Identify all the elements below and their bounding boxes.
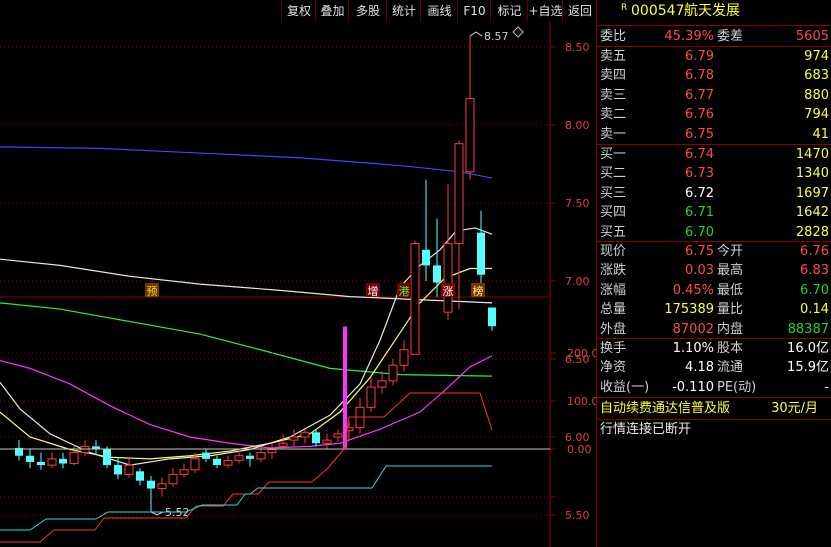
ma-line-magenta	[0, 355, 493, 449]
ad-price[interactable]: 30元/月	[771, 399, 818, 418]
candle-body-down	[103, 449, 111, 466]
candle-body-up	[366, 386, 376, 408]
candle-body-down	[136, 471, 144, 481]
candle-body-up	[333, 433, 343, 438]
candle-body-down	[37, 461, 45, 466]
stock-badge: R	[621, 3, 628, 13]
chart-toolbar: 复权 叠加 多股 统计 画线 F10 标记 +自选 返回	[0, 0, 596, 22]
ask-row-5: 卖五 6.79 974	[600, 49, 829, 64]
event-marker-0[interactable]: 预	[147, 285, 158, 298]
candle-body-up	[179, 469, 189, 475]
kline-chart[interactable]: 8.508.007.507.006.506.005.508.575.52预增港涨…	[0, 0, 596, 547]
candle-body-down	[422, 249, 430, 266]
bid-row-5: 买五 6.70 2828	[600, 224, 829, 240]
connection-status: 行情连接已断开	[600, 422, 692, 437]
candle-body-up	[388, 364, 398, 382]
stat-row-4: 外盘 87002 内盘 88387	[600, 321, 829, 337]
price-tick-label: 5.50	[565, 509, 590, 522]
diamond-icon[interactable]	[512, 26, 524, 38]
candle-body-up	[300, 431, 310, 438]
indicator-cyan-line	[0, 465, 492, 531]
bid-row-1: 买一 6.74 1470	[600, 147, 829, 162]
price-tick-label: 7.50	[565, 197, 590, 210]
candle-body-down	[433, 265, 441, 283]
candle-body-up	[47, 458, 57, 466]
price-tick-label: 7.00	[565, 275, 590, 288]
ask-row-1: 卖一 6.75 41	[600, 126, 829, 142]
candle-body-down	[147, 480, 155, 489]
candle-body-down	[488, 307, 496, 327]
bid-row-4: 买四 6.71 1642	[600, 205, 829, 221]
candle-body-down	[477, 232, 485, 275]
event-marker-3[interactable]: 涨	[443, 285, 454, 298]
event-marker-4[interactable]: 榜	[473, 284, 484, 298]
toolbar-button-4[interactable]: 画线	[420, 0, 458, 22]
bid-row-2: 买二 6.73 1340	[600, 166, 829, 182]
ad-text[interactable]: 自动续费通达信普及版	[600, 399, 730, 418]
candle-body-up	[234, 455, 244, 461]
indicator-tick-label: 0.00	[567, 443, 592, 456]
candle-body-up	[410, 243, 420, 355]
candle-body-up	[157, 483, 167, 489]
candle-body-up	[465, 97, 475, 173]
candle-body-down	[114, 465, 122, 475]
candle-body-down	[59, 458, 67, 464]
bid-row-3: 买三 6.72 1697	[600, 185, 829, 201]
candle-body-down	[26, 455, 34, 462]
candle-body-up	[289, 436, 299, 441]
candle-body-up	[223, 459, 233, 466]
ma-line-blue	[0, 146, 493, 179]
stock-name: 航天发展	[684, 3, 740, 19]
event-marker-1[interactable]: 增	[368, 284, 379, 298]
candle-body-up	[399, 349, 409, 366]
stat-row-2: 涨幅 0.45% 最低 6.70	[600, 282, 829, 298]
indicator-red-line	[0, 392, 493, 543]
quote-panel: R 000547 航天发展 委比 45.39% 委差 5605 卖五 6.79 97…	[596, 0, 831, 547]
stat-row-3: 总量 175389 量比 0.14	[600, 302, 829, 318]
toolbar-button-7[interactable]: +自选	[527, 0, 563, 22]
candle-body-down	[312, 432, 320, 444]
high-marker	[469, 31, 483, 37]
toolbar-button-3[interactable]: 统计	[386, 0, 421, 22]
toolbar-button-6[interactable]: 标记	[490, 0, 528, 22]
candle-body-down	[213, 458, 221, 466]
high-label: 8.57	[484, 30, 509, 43]
candle-body-up	[124, 464, 134, 475]
candle-body-up	[267, 448, 277, 454]
stock-code: 000547	[631, 3, 685, 19]
toolbar-button-1[interactable]: 叠加	[315, 0, 349, 22]
toolbar-button-8[interactable]: 返回	[562, 0, 597, 22]
candle-body-up	[443, 243, 453, 313]
fin-row-1: 净资 4.18 流通 15.9亿	[600, 360, 829, 376]
indicator-tick-label: 100.0	[567, 395, 596, 408]
candle-body-up	[190, 458, 200, 471]
event-marker-2[interactable]: 港	[399, 285, 410, 298]
stat-row-1: 涨跌 0.03 最高 6.83	[600, 263, 829, 279]
stat-row-0: 现价 6.75 今开 6.76	[600, 244, 829, 259]
fin-row-0: 换手 1.10% 股本 16.0亿	[600, 341, 829, 356]
price-tick-label: 8.00	[565, 119, 590, 132]
candle-body-down	[246, 455, 254, 459]
candle-body-up	[377, 380, 387, 388]
ask-row-2: 卖二 6.76 794	[600, 107, 829, 123]
toolbar-button-0[interactable]: 复权	[281, 0, 316, 22]
ask-row-3: 卖三 6.77 880	[600, 87, 829, 103]
price-tick-label: 8.50	[565, 41, 590, 54]
candle-body-up	[454, 143, 464, 245]
indicator-tick-label: 200.0	[567, 347, 596, 360]
ask-row-4: 卖四 6.78 683	[600, 68, 829, 84]
candle-body-up	[69, 452, 79, 465]
fin-row-2: 收益(一) -0.110 PE(动) -	[600, 379, 829, 395]
candle-body-down	[202, 452, 210, 459]
ad-row[interactable]: 自动续费通达信普及版 30元/月	[597, 399, 831, 418]
stock-header: R 000547 航天发展	[597, 2, 831, 24]
candle-body-up	[278, 442, 288, 447]
candle-body-up	[322, 439, 332, 444]
candle-body-up	[168, 473, 178, 485]
candle-body-up	[256, 452, 266, 460]
toolbar-button-5[interactable]: F10	[457, 0, 491, 22]
toolbar-button-2[interactable]: 多股	[348, 0, 387, 22]
weibi-row: 委比 45.39% 委差 5605	[600, 29, 829, 44]
